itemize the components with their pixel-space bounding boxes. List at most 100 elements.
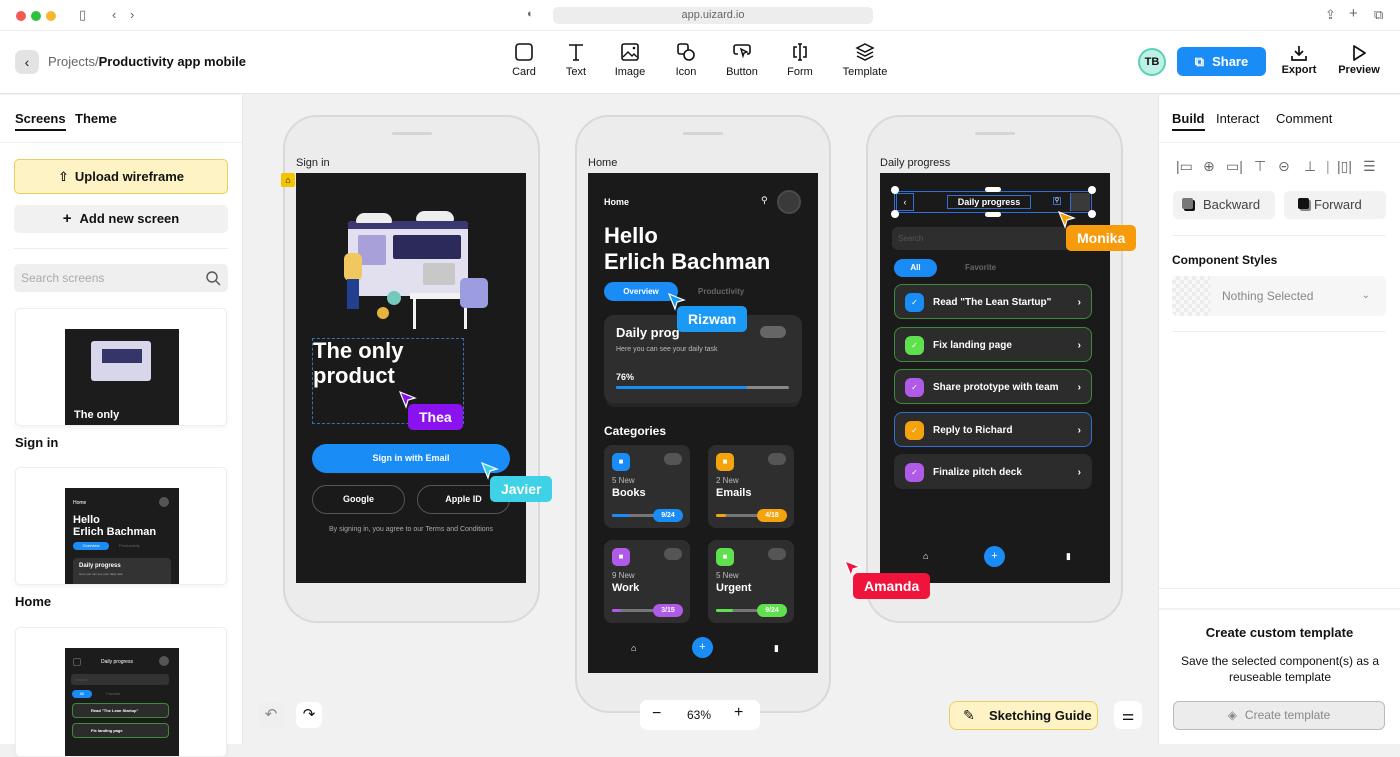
resize-handle[interactable] [1088, 186, 1096, 194]
filter-favorite[interactable]: Favorite [965, 263, 996, 272]
export-button[interactable]: Export [1274, 44, 1324, 76]
resize-handle[interactable] [985, 212, 1001, 217]
image-icon [621, 43, 639, 61]
send-backward-button[interactable]: Backward [1173, 191, 1275, 219]
tab-theme[interactable]: Theme [75, 111, 117, 126]
tool-form[interactable]: Form [770, 42, 830, 78]
screen-sign-in[interactable]: The only product Sign in with Email Googl… [296, 173, 526, 583]
profile-avatar[interactable] [777, 190, 801, 214]
share-button[interactable]: ⧉ Share [1177, 47, 1266, 76]
align-top-icon[interactable]: ⊤ [1254, 158, 1266, 175]
redo-button[interactable]: ↷ [296, 702, 322, 728]
sketching-guide-button[interactable]: ✎ Sketching Guide [949, 701, 1098, 730]
tool-text[interactable]: Text [546, 42, 606, 78]
component-styles-select[interactable]: Nothing Selected ⌄ [1172, 276, 1386, 316]
home-screen-marker-icon[interactable]: ⌂ [281, 173, 295, 187]
artboard-label[interactable]: Daily progress [880, 157, 950, 169]
close-window-button[interactable] [16, 11, 26, 21]
tool-card[interactable]: Card [494, 42, 554, 78]
tab-build[interactable]: Build [1172, 111, 1205, 131]
distribute-horizontal-icon[interactable]: |▯| [1337, 158, 1352, 175]
new-tab-icon[interactable]: + [1349, 5, 1358, 22]
category-card[interactable]: ■ 5 New Books 9/24 [604, 445, 690, 528]
tab-screens[interactable]: Screens [15, 111, 66, 131]
clipboard-nav-icon[interactable]: ▮ [1066, 551, 1071, 562]
tabs-overview-icon[interactable]: ⧉ [1374, 7, 1383, 23]
bring-forward-button[interactable]: Forward [1284, 191, 1386, 219]
screen-thumbnail-daily-progress[interactable]: Daily progress Search All Favorite Read … [15, 627, 227, 757]
resize-handle[interactable] [891, 186, 899, 194]
distribute-vertical-icon[interactable]: ☰ [1363, 158, 1376, 175]
home-nav-icon[interactable]: ⌂ [631, 643, 636, 653]
url-bar[interactable]: app.uizard.io [553, 7, 873, 24]
align-left-icon[interactable]: |▭ [1176, 158, 1193, 175]
profile-avatar[interactable] [1070, 193, 1090, 211]
tool-button[interactable]: Button [712, 42, 772, 78]
category-name: Books [612, 487, 646, 499]
google-button[interactable]: Google [312, 485, 405, 514]
align-bottom-icon[interactable]: ⊥ [1304, 158, 1316, 175]
task-label: Share prototype with team [933, 382, 1059, 393]
search-screens-input[interactable]: Search screens [14, 264, 228, 292]
tab-productivity[interactable]: Productivity [698, 287, 744, 296]
create-template-button[interactable]: ◈ Create template [1173, 701, 1385, 730]
artboard-label[interactable]: Sign in [296, 157, 330, 169]
browser-share-icon[interactable]: ⇪ [1325, 7, 1336, 23]
user-avatar[interactable]: TB [1138, 48, 1166, 76]
artboard-label[interactable]: Home [588, 157, 617, 169]
screen-home[interactable]: Home ⚲ Hello Erlich Bachman Overview Prod… [588, 173, 818, 673]
search-input[interactable]: Search [892, 227, 1092, 250]
tool-template[interactable]: Template [835, 42, 895, 78]
zoom-out-button[interactable]: − [652, 705, 661, 723]
avatar-group [768, 453, 786, 465]
category-card[interactable]: ■ 2 New Emails 4/18 [708, 445, 794, 528]
align-right-icon[interactable]: ▭| [1226, 158, 1243, 175]
resize-handle[interactable] [1088, 210, 1096, 218]
settings-sliders-icon[interactable]: ⚌ [1114, 701, 1142, 729]
clipboard-nav-icon[interactable]: ▮ [774, 643, 779, 654]
preview-button[interactable]: Preview [1334, 44, 1384, 76]
headline[interactable]: The only product [313, 338, 403, 388]
home-nav-icon[interactable]: ⌂ [923, 551, 928, 561]
tab-comment[interactable]: Comment [1276, 111, 1332, 126]
task-item[interactable]: ✓ Reply to Richard › [894, 411, 1092, 447]
search-icon[interactable]: ⚲ [761, 195, 768, 206]
align-center-v-icon[interactable]: ⊝ [1278, 158, 1290, 175]
tool-icon[interactable]: Icon [656, 42, 716, 78]
sidebar-toggle-icon[interactable]: ▯ [79, 7, 86, 23]
forward-nav-icon[interactable]: › [130, 7, 134, 22]
back-button[interactable]: ‹ [896, 193, 914, 211]
tool-image[interactable]: Image [600, 42, 660, 78]
category-card[interactable]: ■ 9 New Work 3/15 [604, 540, 690, 623]
resize-handle[interactable] [891, 210, 899, 218]
forward-label: Forward [1314, 197, 1362, 212]
tab-interact[interactable]: Interact [1216, 111, 1259, 126]
screen-thumbnail-sign-in[interactable]: The only [15, 308, 227, 426]
task-item[interactable]: ✓ Fix landing page › [894, 326, 1092, 362]
task-icon: ✓ [905, 335, 924, 355]
button-icon [733, 44, 751, 59]
resize-handle[interactable] [985, 187, 1001, 192]
align-center-h-icon[interactable]: ⊕ [1203, 158, 1215, 175]
screen-thumbnail-home[interactable]: Home Hello Erlich Bachman Overview Produc… [15, 467, 227, 585]
undo-button[interactable]: ↶ [258, 702, 284, 728]
add-fab-button[interactable]: + [984, 546, 1005, 567]
minimize-window-button[interactable] [46, 11, 56, 21]
back-nav-icon[interactable]: ‹ [112, 7, 116, 22]
task-item[interactable]: ✓ Share prototype with team › [894, 369, 1092, 404]
category-card[interactable]: ■ 5 New Urgent 9/24 [708, 540, 794, 623]
back-button[interactable]: ‹ [15, 50, 39, 74]
add-new-screen-button[interactable]: + Add new screen [14, 205, 228, 233]
category-icon: ■ [612, 548, 630, 566]
preview-label: Preview [1338, 64, 1380, 76]
filter-all[interactable]: All [894, 259, 937, 277]
task-item[interactable]: ✓ Finalize pitch deck › [894, 454, 1092, 489]
upload-wireframe-button[interactable]: ⇧ Upload wireframe [14, 159, 228, 194]
add-fab-button[interactable]: + [692, 637, 713, 658]
breadcrumb-parent[interactable]: Projects [48, 54, 95, 69]
collaborator-tag-amanda: Amanda [853, 573, 931, 599]
zoom-in-button[interactable]: + [734, 704, 743, 722]
search-icon[interactable]: ⚲ [1053, 197, 1061, 205]
task-item[interactable]: ✓ Read "The Lean Startup" › [894, 284, 1092, 319]
maximize-window-button[interactable] [31, 11, 41, 21]
